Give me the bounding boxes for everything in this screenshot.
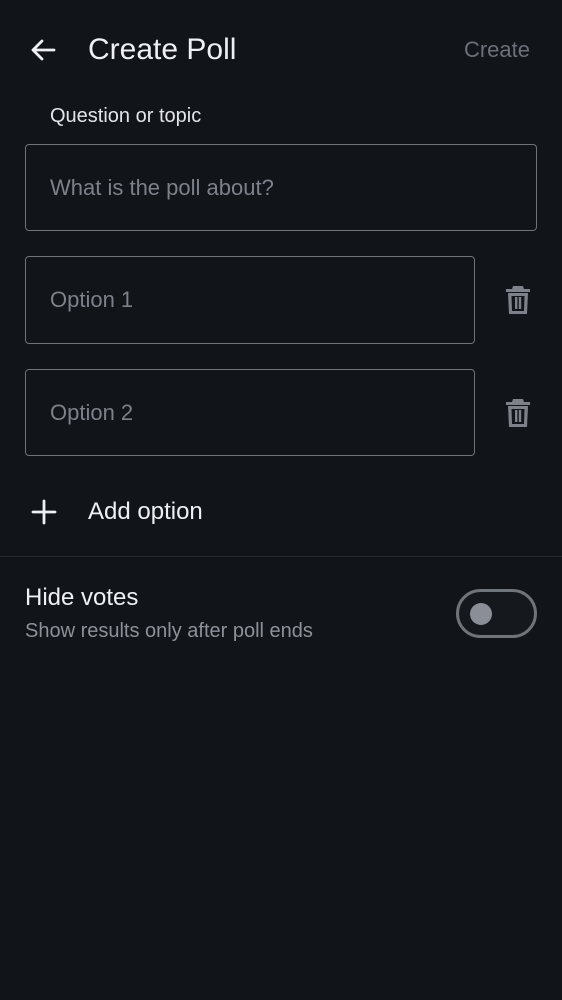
back-button[interactable]	[22, 30, 64, 70]
hide-votes-title: Hide votes	[25, 584, 139, 611]
delete-option-1-button[interactable]	[498, 280, 538, 320]
delete-option-2-button[interactable]	[498, 393, 538, 433]
create-button[interactable]: Create	[464, 32, 530, 68]
arrow-left-icon	[31, 39, 56, 61]
plus-icon	[31, 499, 57, 525]
app-bar: Create Poll Create	[0, 0, 562, 100]
add-option-button[interactable]: Add option	[0, 482, 562, 542]
option-2-input[interactable]	[25, 369, 475, 456]
question-input[interactable]	[25, 144, 537, 231]
add-option-label: Add option	[88, 498, 203, 525]
toggle-knob	[470, 603, 492, 625]
hide-votes-subtitle: Show results only after poll ends	[25, 620, 313, 642]
question-label: Question or topic	[50, 105, 202, 127]
divider	[0, 556, 562, 557]
trash-icon	[506, 286, 530, 314]
trash-icon	[506, 399, 530, 427]
option-1-input[interactable]	[25, 256, 475, 344]
hide-votes-toggle[interactable]	[456, 589, 537, 638]
page-title: Create Poll	[88, 33, 237, 66]
